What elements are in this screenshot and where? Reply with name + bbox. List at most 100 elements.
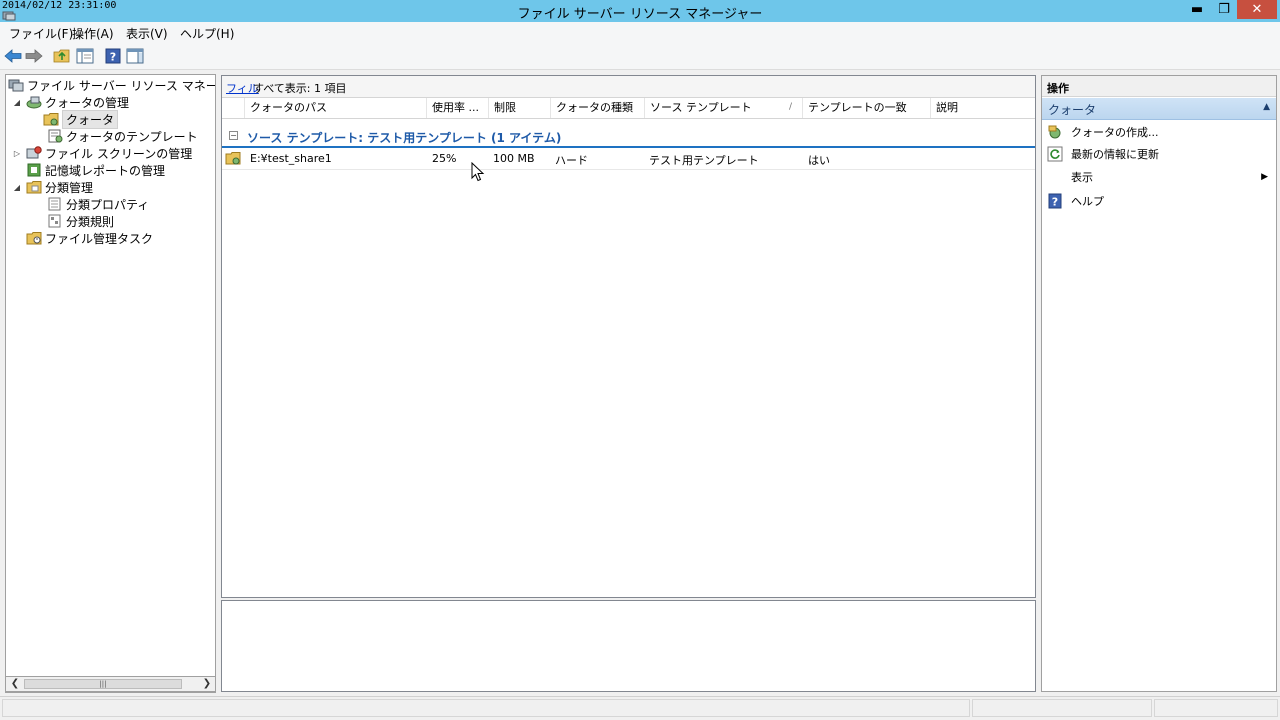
fsrm-window: 2014/02/12 23:31:00 ファイル サーバー リソース マネージャ… [0, 0, 1280, 720]
action-help[interactable]: ? ヘルプ [1047, 192, 1272, 210]
cell-type: ハード [555, 154, 588, 167]
scrollbar-thumb[interactable]: ||| [24, 679, 182, 689]
cell-usage: 25% [432, 152, 457, 165]
task-icon [26, 231, 42, 245]
refresh-icon [1047, 146, 1063, 162]
help-icon: ? [1047, 193, 1063, 209]
expand-icon[interactable]: ▷ [12, 149, 22, 158]
help-icon: ? [105, 48, 121, 64]
tree-item-label: 分類プロパティ [66, 197, 150, 212]
file-screen-icon [26, 146, 42, 160]
collapse-up-icon[interactable]: ▲ [1263, 102, 1270, 112]
tree-item-label: ファイル スクリーンの管理 [45, 146, 193, 161]
sort-indicator-icon: / [789, 102, 793, 112]
action-refresh[interactable]: 最新の情報に更新 [1047, 145, 1272, 163]
title-bar: 2014/02/12 23:31:00 ファイル サーバー リソース マネージャ… [0, 0, 1280, 22]
tree-item-quotas[interactable]: クォータ [43, 109, 119, 129]
back-icon [4, 49, 22, 63]
restore-button[interactable]: ❐ [1210, 0, 1238, 19]
column-header-path[interactable]: クォータのパス [246, 98, 427, 118]
quota-management-icon [26, 95, 42, 109]
column-header-limit[interactable]: 制限 [490, 98, 551, 118]
toolbar: ? [0, 42, 1280, 70]
svg-text:?: ? [110, 51, 116, 64]
template-icon [47, 129, 63, 143]
server-icon [8, 78, 24, 92]
help-button[interactable]: ? [103, 46, 123, 66]
collapse-icon[interactable]: ◢ [12, 183, 22, 192]
actions-pane: 操作 クォータ ▲ クォータの作成... 最新の情報に更新 表示 ▶ ? ヘルプ [1041, 75, 1277, 692]
tree-item-root[interactable]: ファイル サーバー リソース マネージャー (ロー [8, 77, 215, 93]
show-hide-tree-icon [76, 48, 94, 64]
column-header-row: クォータのパス 使用率 ... 制限 クォータの種類 ソース テンプレート / … [222, 98, 1035, 119]
navigation-tree[interactable]: ファイル サーバー リソース マネージャー (ロー ◢ クォータの管理 クォータ… [5, 74, 216, 693]
column-header-source-template[interactable]: ソース テンプレート [646, 98, 803, 118]
tree-item-label: クォータ [62, 109, 119, 129]
up-folder-button[interactable] [52, 46, 72, 66]
group-collapse-icon[interactable]: − [229, 131, 238, 140]
scroll-right-icon[interactable]: ❯ [199, 677, 215, 691]
rule-icon [47, 214, 63, 228]
menu-file[interactable]: ファイル(F) [9, 25, 73, 42]
cell-path: E:¥test_share1 [250, 152, 332, 165]
status-cell-2 [972, 699, 1152, 717]
tree-item-storage-reports[interactable]: 記憶域レポートの管理 [26, 162, 165, 178]
svg-text:?: ? [1052, 196, 1058, 209]
group-label: ソース テンプレート: テスト用テンプレート (1 アイテム) [247, 131, 562, 145]
blank-icon [1047, 169, 1063, 185]
cell-matches-template: はい [808, 154, 830, 167]
back-button[interactable] [3, 46, 23, 66]
status-cell-3 [1154, 699, 1278, 717]
close-button[interactable]: ✕ [1237, 0, 1277, 19]
tree-item-classification-rules[interactable]: 分類規則 [47, 213, 114, 229]
column-header-description[interactable]: 説明 [932, 98, 1035, 118]
tree-item-quota-templates[interactable]: クォータのテンプレート [47, 128, 198, 144]
show-hide-action-pane-icon [126, 48, 144, 64]
create-quota-icon [1047, 124, 1063, 140]
menu-help[interactable]: ヘルプ(H) [180, 25, 234, 42]
tree-item-classification-properties[interactable]: 分類プロパティ [47, 196, 149, 212]
tree-item-label: クォータのテンプレート [66, 129, 198, 144]
tree-item-label: 分類管理 [45, 180, 94, 195]
column-header-usage[interactable]: 使用率 ... [428, 98, 489, 118]
collapse-icon[interactable]: ◢ [12, 98, 22, 107]
mouse-cursor-icon [471, 162, 485, 182]
tree-item-file-management-tasks[interactable]: ファイル管理タスク [26, 230, 153, 246]
window-title: ファイル サーバー リソース マネージャー [517, 7, 763, 22]
action-label: ヘルプ [1071, 195, 1104, 208]
tree-item-label: ファイル管理タスク [45, 231, 154, 246]
menu-bar: ファイル(F) 操作(A) 表示(V) ヘルプ(H) [0, 22, 1280, 42]
quota-list-pane: フィル すべて表示: 1 項目 クォータのパス 使用率 ... 制限 クォータの… [221, 75, 1036, 598]
action-label: 表示 [1071, 171, 1093, 184]
column-header-matches-template[interactable]: テンプレートの一致 [804, 98, 931, 118]
action-create-quota[interactable]: クォータの作成... [1047, 123, 1272, 141]
actions-section-quota[interactable]: クォータ ▲ [1042, 98, 1276, 120]
menu-view[interactable]: 表示(V) [126, 25, 168, 42]
tree-item-file-screen-management[interactable]: ▷ ファイル スクリーンの管理 [12, 145, 192, 161]
tree-horizontal-scrollbar[interactable]: ❮ ||| ❯ [5, 676, 216, 692]
scroll-left-icon[interactable]: ❮ [7, 677, 23, 691]
column-header-type[interactable]: クォータの種類 [552, 98, 645, 118]
quota-row-icon [225, 151, 241, 168]
tree-item-classification-management[interactable]: ◢ 分類管理 [12, 179, 93, 195]
property-icon [47, 197, 63, 211]
group-header[interactable]: − ソース テンプレート: テスト用テンプレート (1 アイテム) [222, 126, 1035, 148]
minimize-button[interactable]: ▬ [1183, 0, 1211, 19]
details-pane [221, 600, 1036, 692]
show-hide-action-pane-button[interactable] [125, 46, 145, 66]
forward-button[interactable] [24, 46, 44, 66]
classification-icon [26, 180, 42, 194]
submenu-arrow-icon: ▶ [1261, 172, 1268, 182]
quota-icon [43, 112, 59, 126]
forward-icon [25, 49, 43, 63]
tree-item-quota-management[interactable]: ◢ クォータの管理 [12, 94, 129, 110]
cell-source-template: テスト用テンプレート [649, 154, 759, 167]
cell-limit: 100 MB [493, 152, 535, 165]
actions-title: 操作 [1042, 76, 1276, 97]
tree-item-label: 分類規則 [66, 214, 115, 229]
table-row[interactable]: E:¥test_share1 25% 100 MB ハード テスト用テンプレート… [222, 149, 1035, 170]
column-header-icon[interactable] [222, 98, 245, 118]
action-view[interactable]: 表示 ▶ [1047, 168, 1272, 186]
show-hide-tree-button[interactable] [75, 46, 95, 66]
menu-action[interactable]: 操作(A) [72, 25, 114, 42]
